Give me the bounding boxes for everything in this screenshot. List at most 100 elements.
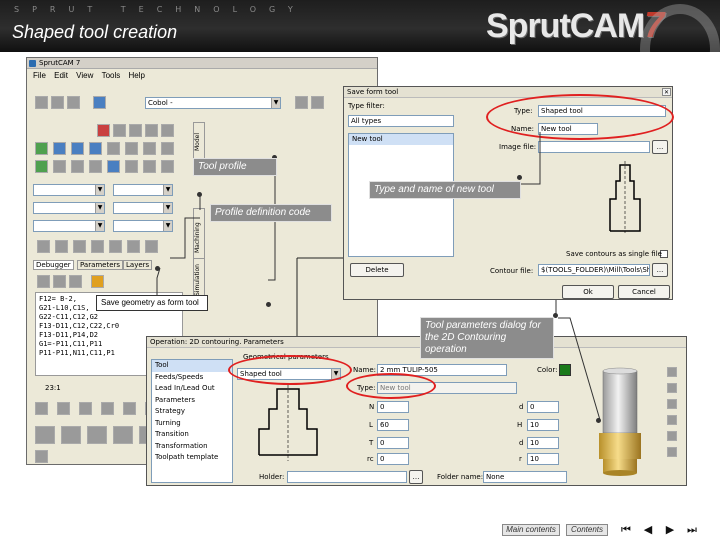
chevron-down-icon[interactable]: ▼ xyxy=(95,221,104,231)
menu-file[interactable]: File xyxy=(33,71,46,80)
list-item[interactable]: New tool xyxy=(349,134,453,145)
delete-button[interactable]: Delete xyxy=(350,263,404,277)
param-h-field[interactable]: 10 xyxy=(527,419,559,431)
tab-debugger[interactable]: Debugger xyxy=(33,260,74,270)
holder-field[interactable] xyxy=(287,471,407,483)
list-item-tool[interactable]: Tool xyxy=(152,360,232,372)
trim-tool-icon[interactable] xyxy=(107,142,120,155)
shape-icon-6[interactable] xyxy=(127,240,140,253)
main-contents-button[interactable]: Main contents xyxy=(502,524,560,536)
param-d-field[interactable]: 0 xyxy=(527,401,559,413)
last-slide-icon[interactable]: ⏭ xyxy=(686,524,698,536)
machine-icon-1[interactable] xyxy=(35,402,48,415)
shape-icon-1[interactable] xyxy=(37,240,50,253)
menu-edit[interactable]: Edit xyxy=(54,71,68,80)
snap-icon[interactable] xyxy=(71,160,84,173)
dimension-icon[interactable] xyxy=(53,160,66,173)
chevron-down-icon[interactable]: ▼ xyxy=(163,221,172,231)
line-tool-icon[interactable] xyxy=(35,142,48,155)
contents-button[interactable]: Contents xyxy=(566,524,608,536)
list-item-feeds[interactable]: Feeds/Speeds xyxy=(152,372,232,384)
grid-icon[interactable] xyxy=(89,160,102,173)
tool-palette-icon-2[interactable] xyxy=(113,124,126,137)
param-l-field[interactable]: 60 xyxy=(377,419,409,431)
operation-parameters-list[interactable]: Tool Feeds/Speeds Lead In/Lead Out Param… xyxy=(151,359,233,483)
list-item-parameters[interactable]: Parameters xyxy=(152,395,232,407)
param-t-field[interactable]: 0 xyxy=(377,437,409,449)
machine-icon-7[interactable] xyxy=(35,426,55,444)
save-icon[interactable] xyxy=(93,96,106,109)
list-item-lead[interactable]: Lead In/Lead Out xyxy=(152,383,232,395)
tab-model[interactable]: Model xyxy=(193,122,205,162)
ok-button[interactable]: Ok xyxy=(562,285,614,299)
copy-icon[interactable] xyxy=(143,160,156,173)
param-n-field[interactable]: 0 xyxy=(377,401,409,413)
machine-icon-8[interactable] xyxy=(61,426,81,444)
browse-image-button[interactable]: ... xyxy=(652,140,668,154)
run-icon[interactable] xyxy=(37,275,50,288)
previous-slide-icon[interactable]: ◀ xyxy=(642,524,654,536)
shape-icon-7[interactable] xyxy=(145,240,158,253)
holder-browse-button[interactable]: … xyxy=(409,470,423,484)
menu-tools[interactable]: Tools xyxy=(102,71,121,80)
contour-file-field[interactable]: $(TOOLS_FOLDER)\Mill\Tools\Shap xyxy=(538,264,650,276)
coord-y-combo[interactable]: ▼ xyxy=(33,202,105,214)
save-program-icon[interactable] xyxy=(69,275,82,288)
type-filter-combo[interactable]: All types xyxy=(348,115,454,127)
shape-icon-4[interactable] xyxy=(91,240,104,253)
chevron-down-icon[interactable]: ▼ xyxy=(163,185,172,195)
param-rc-field[interactable]: 0 xyxy=(377,453,409,465)
folder-name-combo[interactable]: None xyxy=(483,471,567,483)
view-icon-6[interactable] xyxy=(667,447,677,457)
shape-icon-3[interactable] xyxy=(73,240,86,253)
arc-tool-icon[interactable] xyxy=(71,142,84,155)
machine-icon-5[interactable] xyxy=(123,402,136,415)
tab-parameters[interactable]: Parameters xyxy=(77,260,124,270)
tool-palette-icon-5[interactable] xyxy=(161,124,174,137)
machine-icon-4[interactable] xyxy=(101,402,114,415)
chevron-down-icon[interactable]: ▼ xyxy=(95,203,104,213)
select-icon[interactable] xyxy=(107,160,120,173)
view-icon-1[interactable] xyxy=(667,367,677,377)
list-item-toolpath-template[interactable]: Toolpath template xyxy=(152,452,232,464)
move-icon[interactable] xyxy=(125,160,138,173)
list-item-transformation[interactable]: Transformation xyxy=(152,441,232,453)
machine-icon-12[interactable] xyxy=(35,450,48,463)
machine-icon-2[interactable] xyxy=(57,402,70,415)
menu-help[interactable]: Help xyxy=(129,71,145,80)
tool-palette-icon-1[interactable] xyxy=(97,124,110,137)
delete-geometry-icon[interactable] xyxy=(161,160,174,173)
view-icon-5[interactable] xyxy=(667,431,677,441)
print-icon[interactable] xyxy=(67,96,80,109)
close-icon[interactable]: ✕ xyxy=(662,88,671,96)
view-icon-2[interactable] xyxy=(667,383,677,393)
coord-x-combo[interactable]: ▼ xyxy=(33,184,105,196)
open-file-icon[interactable] xyxy=(51,96,64,109)
tab-layers[interactable]: Layers xyxy=(123,260,153,270)
shape-icon-5[interactable] xyxy=(109,240,122,253)
coord-z-combo[interactable]: ▼ xyxy=(33,220,105,232)
machine-icon-9[interactable] xyxy=(87,426,107,444)
param-d2-field[interactable]: 10 xyxy=(527,437,559,449)
pencil-icon[interactable] xyxy=(35,160,48,173)
settings-icon[interactable] xyxy=(295,96,308,109)
chevron-down-icon[interactable]: ▼ xyxy=(95,185,104,195)
mirror-tool-icon[interactable] xyxy=(143,142,156,155)
model-combo[interactable]: Cobol - ▼ xyxy=(145,97,281,109)
cancel-button[interactable]: Cancel xyxy=(618,285,670,299)
machine-icon-10[interactable] xyxy=(113,426,133,444)
first-slide-icon[interactable]: ⏮ xyxy=(620,524,632,536)
open-program-icon[interactable] xyxy=(53,275,66,288)
chevron-down-icon[interactable]: ▼ xyxy=(271,98,280,108)
new-file-icon[interactable] xyxy=(35,96,48,109)
image-file-field[interactable] xyxy=(538,141,650,153)
save-geometry-as-form-tool-icon[interactable] xyxy=(91,275,104,288)
next-slide-icon[interactable]: ▶ xyxy=(664,524,676,536)
list-item-turning[interactable]: Turning xyxy=(152,418,232,430)
chevron-down-icon[interactable]: ▼ xyxy=(163,203,172,213)
view-icon-3[interactable] xyxy=(667,399,677,409)
menu-view[interactable]: View xyxy=(76,71,93,80)
list-item-transition[interactable]: Transition xyxy=(152,429,232,441)
tool-color-swatch[interactable] xyxy=(559,364,571,376)
edit-icon[interactable] xyxy=(311,96,324,109)
